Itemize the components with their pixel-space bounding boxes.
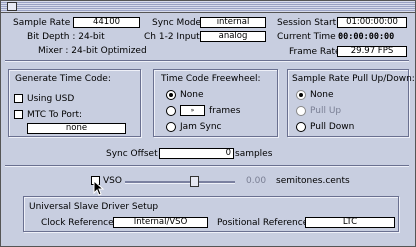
- sample-rate-label: Sample Rate :: [13, 18, 77, 28]
- frames-label: frames: [209, 106, 241, 116]
- vso-value: 0.00: [246, 176, 267, 186]
- mixer-label: Mixer : 24-bit Optimized: [38, 46, 147, 56]
- window-titlebar[interactable]: [1, 1, 415, 13]
- ch-input-label: Ch 1-2 Input :: [144, 32, 206, 42]
- sync-mode-field[interactable]: internal: [200, 17, 266, 28]
- frames-stepper-icon: »: [190, 107, 195, 114]
- divider: [5, 60, 409, 62]
- pull-none-radio[interactable]: [296, 90, 306, 100]
- ch-input-field[interactable]: analog: [200, 31, 266, 42]
- positional-reference-field[interactable]: LTC: [305, 217, 395, 228]
- sync-offset-field[interactable]: 0: [159, 148, 234, 159]
- sync-mode-label: Sync Mode :: [152, 18, 207, 28]
- clock-reference-field[interactable]: Internal/VSO: [113, 217, 208, 228]
- pull-up-down-title: Sample Rate Pull Up/Down:: [292, 74, 415, 84]
- vso-slider-track[interactable]: [125, 181, 235, 184]
- session-setup-window: Sample Rate : 44100 Bit Depth : 24-bit M…: [0, 0, 416, 247]
- frame-rate-field[interactable]: 29.97 FPS: [337, 46, 407, 57]
- positional-reference-label: Positional Reference :: [217, 218, 315, 228]
- sample-rate-field[interactable]: 44100: [73, 17, 140, 28]
- current-time-label: Current Time :: [277, 32, 342, 42]
- freewheel-title: Time Code Freewheel:: [161, 74, 261, 84]
- close-box-icon[interactable]: [7, 2, 17, 11]
- using-usd-checkbox[interactable]: [14, 94, 23, 103]
- pull-down-radio[interactable]: [296, 122, 306, 132]
- vso-slider-thumb[interactable]: [190, 176, 199, 187]
- sync-offset-label: Sync Offset :: [106, 149, 164, 159]
- using-usd-label: Using USD: [27, 94, 75, 104]
- vso-label: VSO: [103, 176, 122, 186]
- pull-down-label: Pull Down: [310, 122, 355, 132]
- mtc-port-field[interactable]: none: [27, 123, 126, 134]
- session-start-field[interactable]: 01:00:00:00: [337, 17, 407, 28]
- jam-sync-radio[interactable]: [166, 122, 176, 132]
- clock-reference-label: Clock Reference :: [41, 218, 120, 228]
- bit-depth-label: Bit Depth : 24-bit: [27, 32, 105, 42]
- generate-time-code-title: Generate Time Code:: [15, 74, 111, 84]
- current-time-value: 00:00:00:00: [338, 32, 395, 42]
- mtc-to-port-checkbox[interactable]: [14, 110, 23, 119]
- session-start-label: Session Start :: [277, 18, 343, 28]
- freewheel-frames-radio[interactable]: [166, 106, 176, 116]
- usd-setup-title: Universal Slave Driver Setup: [29, 202, 159, 212]
- pull-none-label: None: [310, 90, 334, 100]
- mouse-pointer-icon: [93, 180, 105, 196]
- freewheel-none-radio[interactable]: [166, 90, 176, 100]
- pull-up-radio[interactable]: [296, 106, 306, 116]
- mtc-to-port-label: MTC To Port:: [27, 110, 83, 120]
- divider: [5, 165, 409, 167]
- sync-offset-unit: samples: [235, 149, 273, 159]
- jam-sync-label: Jam Sync: [180, 122, 222, 132]
- vso-unit: semitones.cents: [276, 176, 350, 186]
- freewheel-frames-field[interactable]: »: [180, 105, 205, 116]
- freewheel-none-label: None: [180, 90, 204, 100]
- pull-up-label: Pull Up: [310, 106, 342, 116]
